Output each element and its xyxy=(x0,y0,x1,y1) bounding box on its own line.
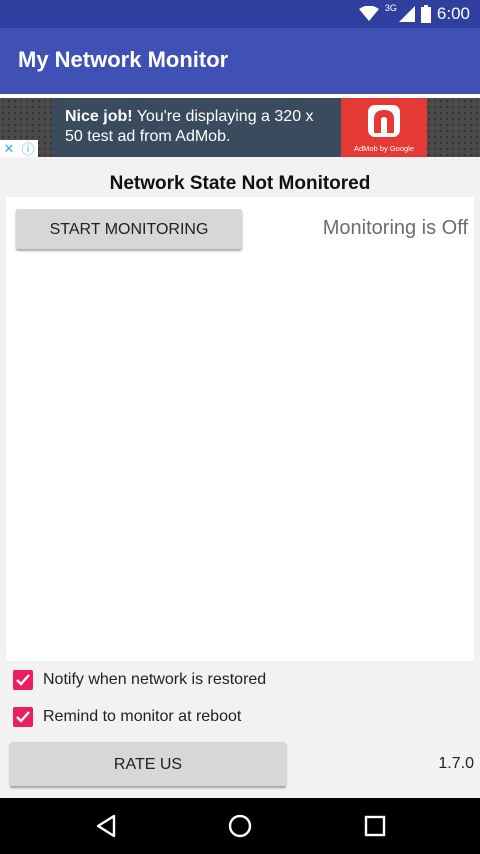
navigation-bar xyxy=(0,798,480,854)
remind-reboot-checkbox[interactable] xyxy=(13,707,33,727)
monitoring-status: Monitoring is Off xyxy=(322,217,468,239)
recents-icon[interactable] xyxy=(361,812,389,840)
status-time: 6:00 xyxy=(436,4,470,23)
remind-reboot-checkbox-row[interactable]: Remind to monitor at reboot xyxy=(13,705,241,729)
notify-restored-checkbox-row[interactable]: Notify when network is restored xyxy=(13,668,266,692)
battery-icon xyxy=(420,5,431,23)
checkmark-icon xyxy=(16,674,30,686)
admob-logo-icon xyxy=(368,105,400,137)
ad-text[interactable]: Nice job! You're displaying a 320 x 50 t… xyxy=(53,98,341,157)
ad-headline-bold: Nice job! xyxy=(65,108,133,125)
back-icon[interactable] xyxy=(92,812,120,840)
ad-info-icon[interactable]: ⓘ xyxy=(19,140,37,157)
start-monitoring-button[interactable]: START MONITORING xyxy=(16,209,242,249)
status-icons: 3G 6:00 xyxy=(358,3,470,24)
ad-choices[interactable]: ✕ ⓘ xyxy=(0,140,38,157)
rate-us-button[interactable]: RATE US xyxy=(10,742,286,786)
status-bar: 3G 6:00 xyxy=(0,0,480,28)
notify-restored-checkbox[interactable] xyxy=(13,670,33,690)
checkmark-icon xyxy=(16,711,30,723)
home-icon[interactable] xyxy=(226,812,254,840)
app-bar: My Network Monitor xyxy=(0,28,480,94)
admob-logo[interactable]: AdMob by Google xyxy=(341,98,427,157)
network-type-label: 3G xyxy=(384,3,397,13)
app-title: My Network Monitor xyxy=(18,47,229,72)
monitor-panel: START MONITORING Monitoring is Off xyxy=(6,197,474,661)
admob-caption: AdMob by Google xyxy=(353,144,415,153)
main-content: Network State Not Monitored START MONITO… xyxy=(0,157,480,798)
network-state-title: Network State Not Monitored xyxy=(109,173,371,194)
wifi-icon xyxy=(358,6,379,21)
ad-close-icon[interactable]: ✕ xyxy=(0,140,18,157)
ad-creative[interactable]: Nice job! You're displaying a 320 x 50 t… xyxy=(53,98,427,157)
notify-restored-label: Notify when network is restored xyxy=(43,671,267,688)
ad-banner[interactable]: Nice job! You're displaying a 320 x 50 t… xyxy=(0,98,480,157)
remind-reboot-label: Remind to monitor at reboot xyxy=(43,708,242,725)
app-version: 1.7.0 xyxy=(438,755,474,772)
cellular-signal-icon xyxy=(398,6,415,22)
